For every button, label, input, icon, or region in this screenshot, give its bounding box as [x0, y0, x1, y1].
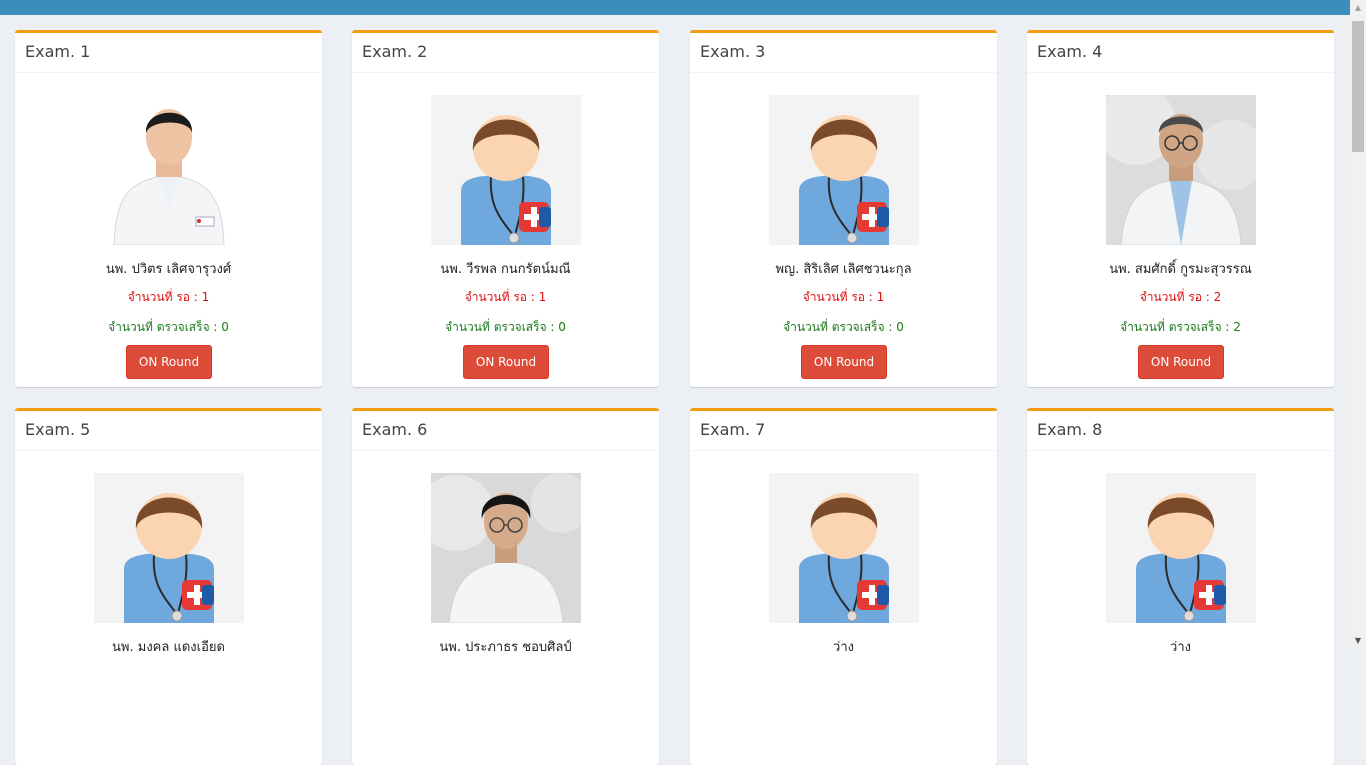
doctor-avatar-icon: [1106, 473, 1256, 623]
waiting-count: จำนวนที่ รอ : 1: [464, 290, 547, 304]
completed-count: จำนวนที่ ตรวจเสร็จ : 0: [108, 320, 229, 334]
exam-card: Exam. 8 ว่าง: [1027, 408, 1334, 765]
exam-card: Exam. 4 นพ. สมศักดิ์ กูรมะสุวรรณ จำนวนที…: [1027, 30, 1334, 387]
card-title: Exam. 8: [1027, 411, 1334, 451]
scroll-down-arrow-icon[interactable]: ▼: [1350, 636, 1366, 645]
doctor-name: ว่าง: [1170, 640, 1191, 655]
waiting-count: จำนวนที่ รอ : 1: [127, 290, 210, 304]
exam-card: Exam. 5 นพ. มงคล แดงเอียด: [15, 408, 322, 765]
on-round-button[interactable]: ON Round: [126, 345, 212, 379]
top-navbar: [0, 0, 1350, 15]
completed-count: จำนวนที่ ตรวจเสร็จ : 2: [1120, 320, 1241, 334]
doctor-name: พญ. สิริเลิศ เลิศชวนะกุล: [775, 262, 912, 277]
doctor-avatar-icon: [94, 473, 244, 623]
on-round-button[interactable]: ON Round: [1138, 345, 1224, 379]
exam-card: Exam. 3 พญ. สิริเลิศ เลิศชวนะกุล จำนวนที…: [690, 30, 997, 387]
doctor-avatar-icon: [769, 473, 919, 623]
card-title: Exam. 4: [1027, 33, 1334, 73]
doctor-photo: [431, 473, 581, 623]
doctor-name: นพ. ประภาธร ชอบศิลป์: [439, 640, 572, 655]
doctor-name: นพ. สมศักดิ์ กูรมะสุวรรณ: [1109, 262, 1252, 277]
doctor-name: นพ. มงคล แดงเอียด: [112, 640, 225, 655]
doctor-avatar-icon: [769, 95, 919, 245]
doctor-name: นพ. วีรพล กนกรัตน์มณี: [440, 262, 571, 277]
card-title: Exam. 3: [690, 33, 997, 73]
waiting-count: จำนวนที่ รอ : 2: [1139, 290, 1222, 304]
on-round-button[interactable]: ON Round: [463, 345, 549, 379]
exam-card: Exam. 1 นพ. ปวิตร เลิศจารุวงศ์ จำนวนที่ …: [15, 30, 322, 387]
doctor-photo: [1106, 95, 1256, 245]
doctor-avatar-icon: [431, 95, 581, 245]
card-title: Exam. 7: [690, 411, 997, 451]
completed-count: จำนวนที่ ตรวจเสร็จ : 0: [783, 320, 904, 334]
doctor-photo: [94, 95, 244, 245]
card-title: Exam. 5: [15, 411, 322, 451]
doctor-name: ว่าง: [833, 640, 854, 655]
scroll-thumb[interactable]: [1352, 21, 1364, 152]
completed-count: จำนวนที่ ตรวจเสร็จ : 0: [445, 320, 566, 334]
card-title: Exam. 1: [15, 33, 322, 73]
waiting-count: จำนวนที่ รอ : 1: [802, 290, 885, 304]
card-title: Exam. 2: [352, 33, 659, 73]
scroll-up-arrow-icon[interactable]: ▲: [1350, 3, 1366, 12]
exam-card: Exam. 2 นพ. วีรพล กนกรัตน์มณี จำนวนที่ ร…: [352, 30, 659, 387]
exam-card: Exam. 7 ว่าง: [690, 408, 997, 765]
exam-card: Exam. 6 นพ. ประภาธร ชอบศิลป์: [352, 408, 659, 765]
card-title: Exam. 6: [352, 411, 659, 451]
page-scrollbar[interactable]: ▲ ▼: [1350, 0, 1366, 648]
doctor-name: นพ. ปวิตร เลิศจารุวงศ์: [105, 262, 232, 277]
on-round-button[interactable]: ON Round: [801, 345, 887, 379]
